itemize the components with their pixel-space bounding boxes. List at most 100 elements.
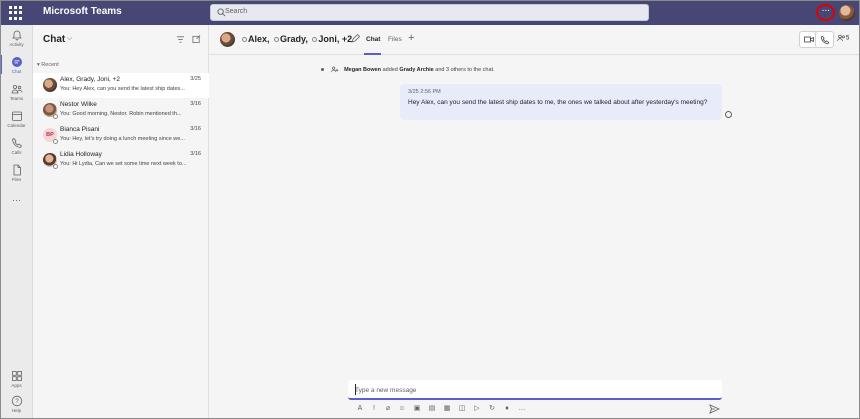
rail-label: Chat: [11, 69, 22, 74]
rename-pencil-icon[interactable]: [350, 34, 360, 44]
active-tab-indicator: [364, 53, 381, 55]
group-avatar: [220, 32, 235, 47]
message-text: Hey Alex, can you send the latest ship d…: [408, 99, 708, 106]
chat-list-item[interactable]: Lidia Holloway 3/16 You: Hi Lydia, Can w…: [33, 148, 209, 173]
svg-text:?: ?: [15, 399, 19, 405]
tab-chat[interactable]: Chat: [366, 36, 380, 43]
profile-avatar[interactable]: [839, 5, 855, 21]
filter-icon[interactable]: [176, 35, 185, 44]
recent-section-label: Recent: [41, 62, 59, 68]
send-icon[interactable]: [709, 404, 720, 414]
chat-item-preview: You: Hi Lydia, Can we set some time next…: [60, 161, 187, 167]
gif-icon[interactable]: ▣: [412, 404, 422, 414]
header-name: Joni, +2: [318, 34, 353, 44]
praise-icon[interactable]: ♦: [502, 404, 512, 414]
phone-icon: [820, 35, 830, 45]
rail-item-calendar[interactable]: Calendar: [0, 110, 33, 136]
emoji-icon[interactable]: ☺: [397, 404, 407, 414]
participants-button[interactable]: 5: [837, 34, 849, 42]
rail-item-files[interactable]: Files: [0, 164, 33, 190]
message-bubble[interactable]: 3/25 2:56 PM Hey Alex, can you send the …: [400, 84, 722, 120]
read-receipt-icon: [725, 111, 732, 118]
system-message: Megan Bowen added Grady Archie and 3 oth…: [321, 66, 495, 73]
chat-icon: [11, 57, 22, 67]
header-name: Grady,: [280, 34, 308, 44]
presence-indicator: [274, 36, 280, 42]
chat-item-name: Bianca Pisani: [60, 126, 100, 133]
participant-count: 5: [846, 35, 850, 42]
settings-and-more-button[interactable]: ···: [816, 4, 835, 21]
bullet-dot: [321, 68, 324, 71]
rail-label: Calendar: [7, 123, 26, 128]
chat-item-date: 3/16: [190, 126, 201, 132]
search-box[interactable]: Search: [210, 4, 649, 21]
apps-icon: [11, 371, 22, 381]
more-icon: ···: [12, 195, 21, 205]
phone-icon: [11, 137, 22, 148]
more-options-icon[interactable]: …: [517, 404, 527, 414]
system-message-verb: added: [381, 66, 400, 73]
chat-list-item[interactable]: Nestor Wilke 3/16 You: Good morning, Nes…: [33, 98, 209, 123]
message-composer[interactable]: [348, 380, 722, 400]
presence-indicator: [53, 114, 58, 119]
rail-label: Teams: [9, 96, 24, 101]
attach-icon[interactable]: ⌀: [383, 404, 393, 414]
text-caret: [355, 384, 356, 395]
conversation-pane: Alex, Grady, Joni, +2 Chat Files + 5 Meg…: [209, 25, 860, 419]
rail-item-chat[interactable]: Chat: [0, 56, 33, 82]
rail-item-activity[interactable]: Activity: [0, 29, 33, 55]
more-icon: ···: [822, 8, 831, 15]
conversation-title[interactable]: Alex, Grady, Joni, +2: [240, 34, 352, 44]
teams-icon: [11, 85, 22, 94]
message-input[interactable]: [355, 384, 715, 396]
stream-icon[interactable]: ▷: [472, 404, 482, 414]
chat-list-item[interactable]: Alex, Grady, Joni, +2 3/25 You: Hey Alex…: [33, 73, 209, 98]
people-icon: [837, 34, 845, 42]
system-message-target: Grady Archie: [399, 66, 434, 73]
title-bar: Microsoft Teams Search ···: [0, 0, 860, 25]
add-tab-icon[interactable]: +: [408, 32, 414, 44]
chat-item-preview: You: Hey Alex, can you send the latest s…: [60, 86, 185, 92]
rail-item-more[interactable]: ···: [0, 195, 33, 221]
approvals-icon[interactable]: ◫: [457, 404, 467, 414]
presence-indicator: [53, 139, 58, 144]
rail-item-help[interactable]: ? Help: [0, 395, 33, 419]
recent-section[interactable]: ▾ Recent: [37, 62, 59, 68]
search-placeholder: Search: [225, 8, 248, 15]
loop-icon[interactable]: ↻: [487, 404, 497, 414]
chat-item-date: 3/16: [190, 151, 201, 157]
rail-item-calls[interactable]: Calls: [0, 137, 33, 163]
presence-indicator: [242, 36, 247, 42]
chat-item-preview: You: Hey, let's try doing a lunch meetin…: [60, 136, 185, 142]
presence-indicator: [312, 36, 318, 42]
system-message-rest: and 3 others to the chat.: [433, 66, 495, 73]
chat-item-date: 3/25: [190, 76, 201, 82]
audio-call-button[interactable]: [815, 31, 834, 48]
chat-item-name: Alex, Grady, Joni, +2: [60, 76, 121, 83]
chat-item-name: Lidia Holloway: [60, 151, 102, 158]
app-title: Microsoft Teams: [43, 6, 122, 17]
file-icon: [13, 164, 21, 176]
chat-item-name: Nestor Wilke: [60, 101, 97, 108]
rail-item-apps[interactable]: Apps: [0, 370, 33, 396]
rail-label: Activity: [9, 42, 24, 47]
add-people-icon: [330, 66, 338, 73]
chat-list-title[interactable]: Chat: [43, 34, 65, 45]
rail-item-teams[interactable]: Teams: [0, 83, 33, 109]
chat-list-item[interactable]: BP Bianca Pisani 3/16 You: Hey, let's tr…: [33, 123, 209, 148]
app-launcher-icon[interactable]: [8, 5, 24, 21]
rail-label: Help: [11, 408, 22, 413]
message-timestamp: 3/25 2:56 PM: [408, 89, 441, 95]
chat-item-date: 3/16: [190, 101, 201, 107]
sticker-icon[interactable]: ▤: [427, 404, 437, 414]
help-icon: ?: [11, 395, 22, 407]
chevron-down-icon[interactable]: ⌵: [67, 35, 72, 43]
schedule-meeting-icon[interactable]: ▦: [442, 404, 452, 414]
tab-files[interactable]: Files: [388, 36, 402, 43]
format-icon[interactable]: A: [355, 404, 365, 414]
important-icon[interactable]: !: [369, 404, 379, 414]
bell-icon: [11, 30, 22, 41]
header-name: Alex,: [248, 34, 270, 44]
conversation-header: Alex, Grady, Joni, +2 Chat Files + 5: [209, 25, 860, 55]
new-chat-icon[interactable]: [192, 34, 201, 44]
